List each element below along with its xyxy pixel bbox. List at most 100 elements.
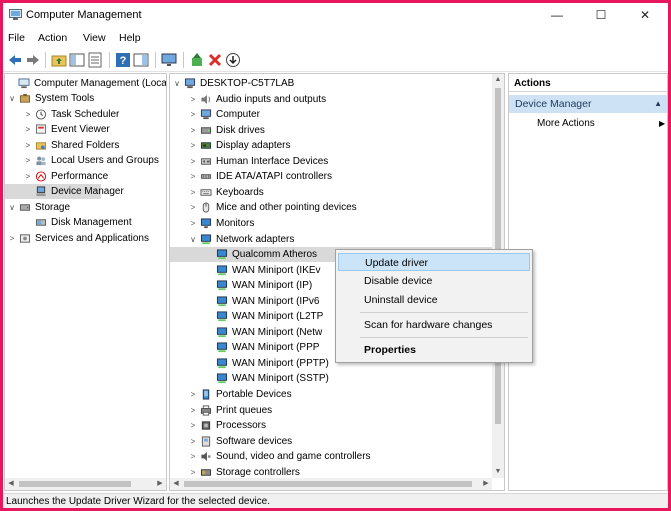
scrollbar-thumb[interactable]: [184, 481, 472, 487]
left_tree-item[interactable]: > Task Scheduler: [5, 107, 166, 122]
expand-chevron-icon[interactable]: >: [24, 138, 32, 153]
left_tree-label: Task Scheduler: [51, 109, 120, 120]
menu-file[interactable]: File: [8, 32, 25, 44]
collapse-chevron-icon[interactable]: ∨: [8, 200, 16, 215]
back-arrow-icon[interactable]: [7, 52, 23, 68]
minimize-button[interactable]: —: [535, 3, 579, 29]
submenu-arrow-icon[interactable]: ▶: [659, 119, 665, 128]
expand-chevron-icon[interactable]: >: [189, 169, 197, 184]
expand-chevron-icon[interactable]: >: [189, 434, 197, 449]
expand-chevron-icon[interactable]: >: [189, 200, 197, 215]
expand-chevron-icon[interactable]: >: [189, 403, 197, 418]
device_tree-item[interactable]: > Software devices: [170, 434, 492, 449]
expand-chevron-icon[interactable]: >: [8, 231, 16, 246]
left_tree-item[interactable]: > Shared Folders: [5, 138, 166, 153]
collapse-chevron-icon[interactable]: ∨: [189, 232, 197, 247]
device_tree-item[interactable]: ∨ Network adapters: [170, 232, 492, 247]
scroll-right-arrow[interactable]: ▶: [154, 478, 166, 490]
device_tree-item[interactable]: > IDE ATA/ATAPI controllers: [170, 169, 492, 184]
uninstall-device-icon[interactable]: [207, 52, 223, 68]
left_tree-item[interactable]: Device Manager: [5, 184, 124, 199]
device_tree-item[interactable]: > Computer: [170, 107, 492, 122]
expand-chevron-icon[interactable]: >: [189, 449, 197, 464]
monitor-icon: [200, 218, 212, 229]
system-tools-icon: [19, 93, 31, 103]
expand-chevron-icon[interactable]: >: [189, 107, 197, 122]
device_tree-item[interactable]: > Keyboards: [170, 185, 492, 200]
forward-arrow-icon[interactable]: [25, 52, 41, 68]
left_tree-item[interactable]: Disk Management: [5, 215, 166, 230]
expand-chevron-icon[interactable]: >: [189, 418, 197, 433]
device_tree-item[interactable]: > Disk drives: [170, 123, 492, 138]
menu-view[interactable]: View: [83, 32, 106, 44]
device_tree-item[interactable]: WAN Miniport (SSTP): [170, 371, 492, 386]
up-folder-icon[interactable]: [51, 52, 67, 68]
expand-chevron-icon[interactable]: >: [189, 387, 197, 402]
device_tree-item[interactable]: > Mice and other pointing devices: [170, 200, 492, 215]
left_tree-item[interactable]: > Local Users and Groups: [5, 153, 166, 168]
left_tree-item[interactable]: ∨ Storage: [5, 200, 166, 215]
show-action-pane-icon[interactable]: [133, 52, 149, 68]
expand-chevron-icon[interactable]: >: [189, 138, 197, 153]
expand-chevron-icon[interactable]: >: [189, 216, 197, 231]
horizontal-scrollbar[interactable]: ◀ ▶: [170, 478, 492, 490]
device_tree-item[interactable]: ∨ DESKTOP-C5T7LAB: [170, 76, 492, 91]
expand-chevron-icon[interactable]: >: [24, 169, 32, 184]
menu-help[interactable]: Help: [119, 32, 141, 44]
device_tree-label: WAN Miniport (L2TP: [232, 311, 324, 323]
horizontal-scrollbar[interactable]: ◀ ▶: [5, 478, 166, 490]
expand-chevron-icon[interactable]: >: [189, 123, 197, 138]
expand-chevron-icon[interactable]: >: [189, 92, 197, 107]
left_tree-item[interactable]: ∨ System Tools: [5, 91, 166, 106]
help-icon[interactable]: ?: [115, 52, 131, 68]
update-driver-icon[interactable]: [189, 52, 205, 68]
expand-chevron-icon[interactable]: >: [24, 122, 32, 137]
device_tree-item[interactable]: > Display adapters: [170, 138, 492, 153]
expand-chevron-icon[interactable]: >: [189, 154, 197, 169]
expand-chevron-icon[interactable]: >: [24, 107, 32, 122]
scroll-left-arrow[interactable]: ◀: [5, 478, 17, 490]
scroll-up-arrow[interactable]: ▲: [492, 74, 504, 86]
audio-icon: [201, 94, 211, 104]
enable-device-icon[interactable]: [225, 52, 241, 68]
scroll-down-arrow[interactable]: ▼: [492, 466, 504, 478]
left_tree-item[interactable]: > Services and Applications: [5, 231, 166, 246]
collapse-chevron-icon[interactable]: ∨: [8, 91, 16, 106]
menu-action[interactable]: Action: [38, 32, 67, 44]
close-button[interactable]: ✕: [623, 3, 667, 29]
computer-icon: [200, 109, 212, 120]
title-bar: Computer Management — ☐ ✕: [3, 3, 668, 29]
device_tree-item[interactable]: > Processors: [170, 418, 492, 433]
expand-chevron-icon[interactable]: >: [189, 185, 197, 200]
left_tree-item[interactable]: > Performance: [5, 169, 166, 184]
ctx-uninstall-device[interactable]: Uninstall device: [338, 291, 530, 309]
toolbar-separator: [109, 52, 110, 68]
actions-section-device-manager[interactable]: Device Manager ▲: [509, 95, 667, 113]
ctx-update-driver[interactable]: Update driver: [338, 253, 530, 271]
left_tree-item[interactable]: > Event Viewer: [5, 122, 166, 137]
monitor-icon[interactable]: [161, 52, 177, 68]
collapse-triangle-icon[interactable]: ▲: [654, 95, 662, 113]
scroll-left-arrow[interactable]: ◀: [170, 478, 182, 490]
collapse-chevron-icon[interactable]: ∨: [173, 76, 181, 91]
ctx-disable-device[interactable]: Disable device: [338, 272, 530, 290]
device_tree-item[interactable]: > Human Interface Devices: [170, 154, 492, 169]
show-hide-console-tree-icon[interactable]: [69, 52, 85, 68]
left_tree-item[interactable]: Computer Management (Local: [5, 76, 166, 91]
device_tree-item[interactable]: > Audio inputs and outputs: [170, 92, 492, 107]
scrollbar-thumb[interactable]: [19, 481, 131, 487]
left_tree-label: System Tools: [35, 93, 95, 104]
ctx-properties[interactable]: Properties: [338, 341, 530, 359]
scroll-right-arrow[interactable]: ▶: [480, 478, 492, 490]
device_tree-label: Network adapters: [216, 233, 295, 245]
more-actions-link[interactable]: More Actions: [537, 118, 595, 129]
device_tree-item[interactable]: > Sound, video and game controllers: [170, 449, 492, 464]
maximize-button[interactable]: ☐: [579, 3, 623, 29]
device_tree-item[interactable]: > Monitors: [170, 216, 492, 231]
ctx-scan-hardware[interactable]: Scan for hardware changes: [338, 316, 530, 334]
device_tree-item[interactable]: > Print queues: [170, 403, 492, 418]
expand-chevron-icon[interactable]: >: [24, 153, 32, 168]
properties-icon[interactable]: [87, 52, 103, 68]
device_tree-item[interactable]: > Portable Devices: [170, 387, 492, 402]
